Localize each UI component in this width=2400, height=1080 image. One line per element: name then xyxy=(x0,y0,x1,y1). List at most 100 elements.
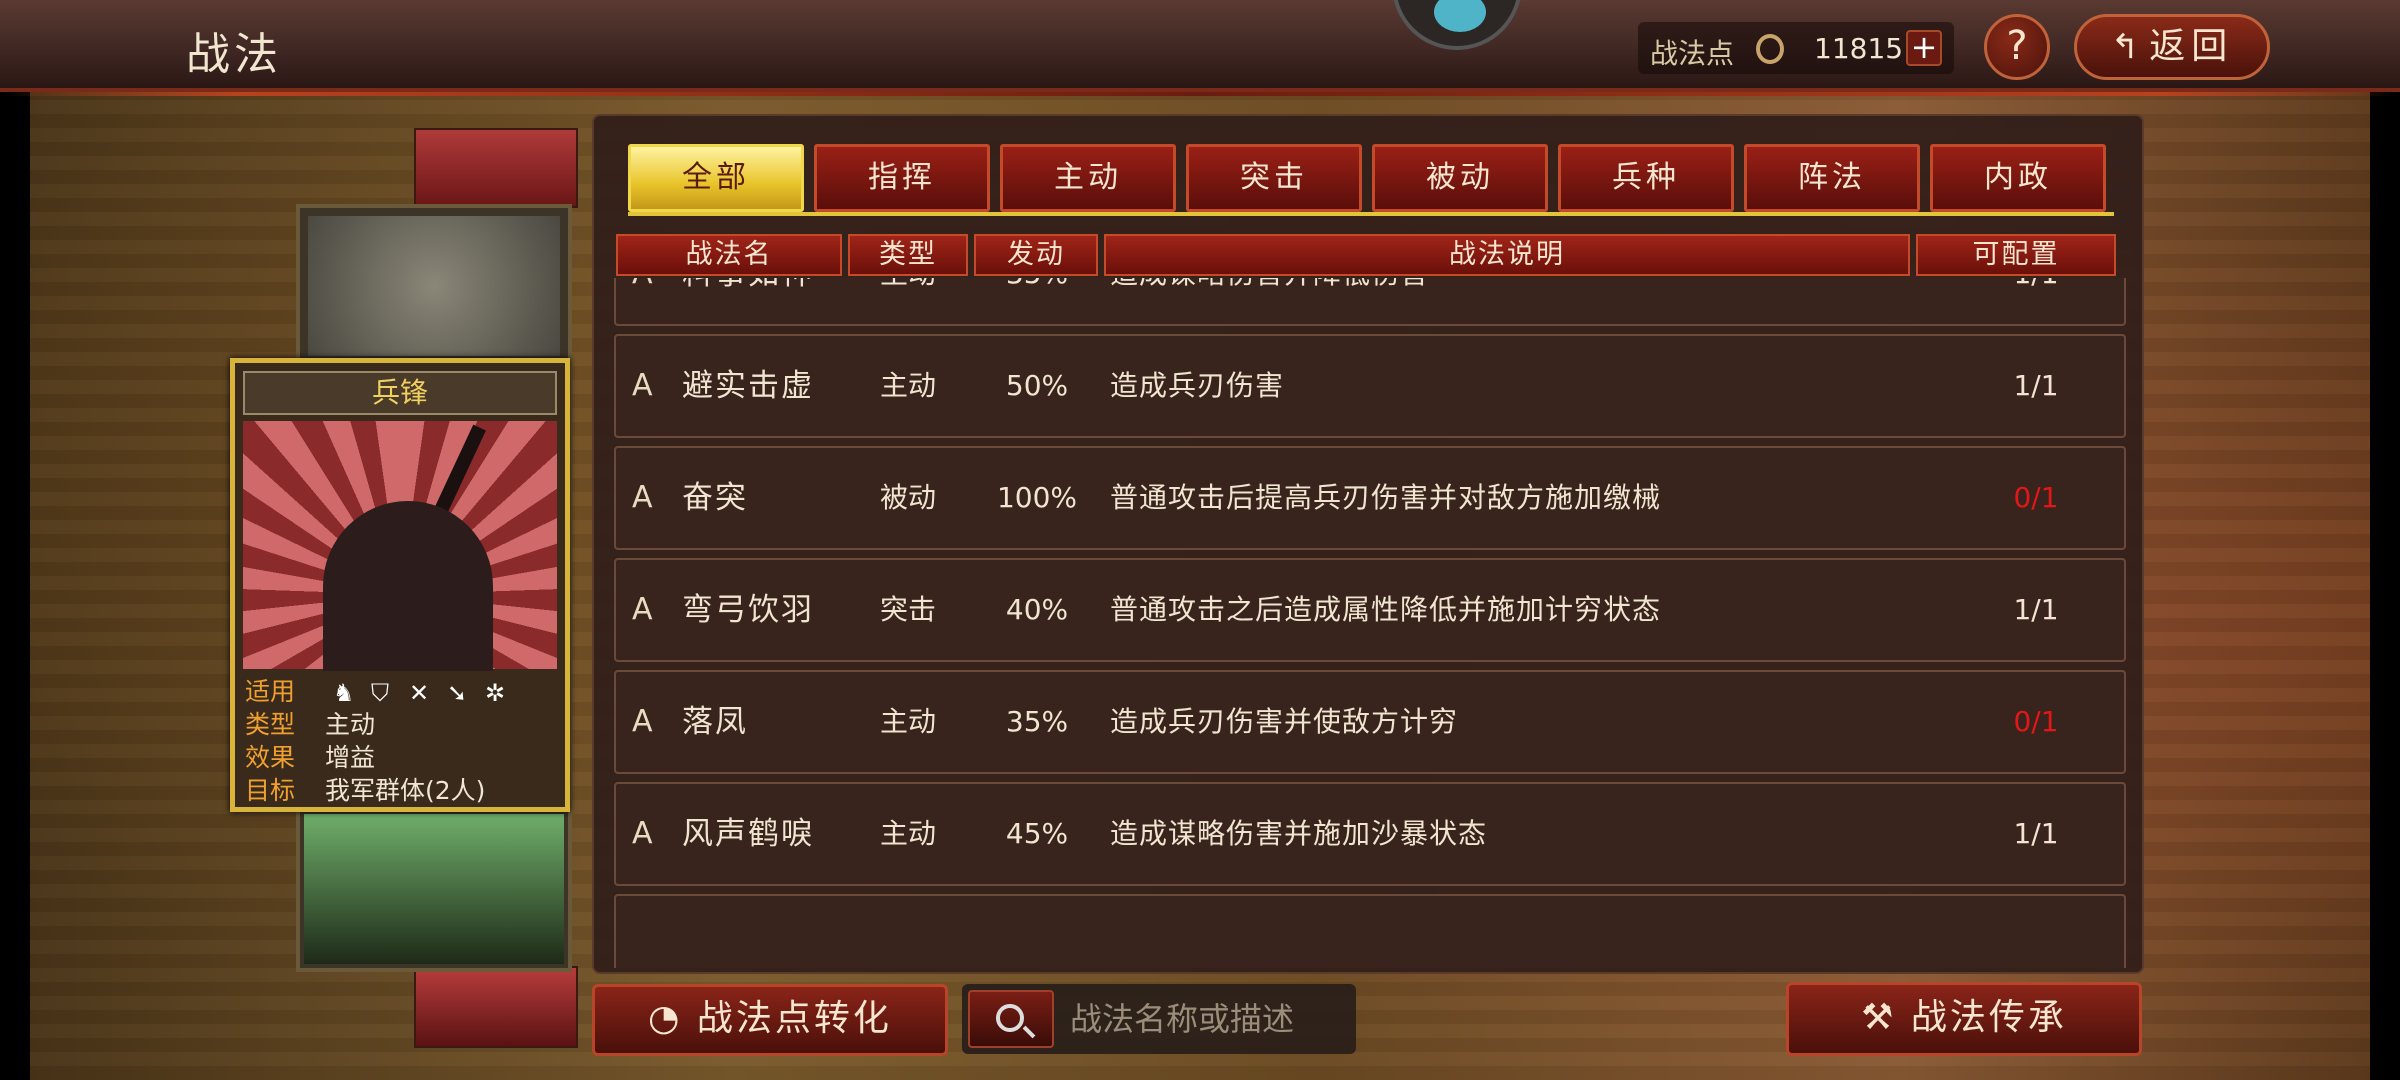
list-item[interactable]: A 落凤 主动 35% 造成兵刃伤害并使敌方计穷 0/1 xyxy=(614,670,2126,774)
tactic-config: 1/1 xyxy=(2013,369,2059,402)
list-item[interactable]: A 料事如神 主动 35% 造成谋略伤害并降低伤害 1/1 xyxy=(614,278,2126,326)
apply-label: 适用 xyxy=(245,677,296,706)
tactic-desc: 造成兵刃伤害并使敌方计穷 xyxy=(1110,705,1459,738)
target-row: 目标 我军群体(2人) xyxy=(245,774,565,807)
grade: A xyxy=(632,592,653,627)
tactic-type: 主动 xyxy=(879,369,936,402)
tactic-config: 0/1 xyxy=(2013,705,2059,738)
col-type[interactable]: 类型 xyxy=(848,234,968,276)
table-header: 战法名 类型 发动 战法说明 可配置 xyxy=(616,234,2124,276)
convert-points-button[interactable]: ◔ 战法点转化 xyxy=(592,984,948,1056)
selected-tactic-card[interactable]: 兵锋 适用 ♞ ⛉ ✕ ➘ ✲ 类型 主动 效果 增益 目标 我军群体(2人) xyxy=(230,358,570,812)
type-label: 类型 xyxy=(245,710,296,739)
help-button[interactable]: ? xyxy=(1984,14,2050,80)
tactic-name: 弯弓饮羽 xyxy=(682,592,814,628)
search-button[interactable] xyxy=(968,990,1054,1048)
spear-icon: ➘ xyxy=(446,679,468,707)
chariot-icon: ✲ xyxy=(484,679,506,707)
tab-command[interactable]: 指挥 xyxy=(814,144,990,212)
search-icon-handle xyxy=(1022,1025,1036,1039)
tab-passive[interactable]: 被动 xyxy=(1372,144,1548,212)
list-item[interactable] xyxy=(614,894,2126,968)
tactic-rate: 35% xyxy=(992,278,1082,324)
tactic-rate: 50% xyxy=(1005,369,1069,402)
tactic-desc: 造成兵刃伤害 xyxy=(1110,369,1285,402)
convert-label: 战法点转化 xyxy=(696,998,892,1039)
card-art xyxy=(243,421,557,671)
grade: A xyxy=(632,704,653,739)
effect-value: 增益 xyxy=(325,743,376,772)
back-label: 返回 xyxy=(2149,26,2234,67)
search-input[interactable] xyxy=(1070,994,1346,1044)
warrior-silhouette xyxy=(323,501,493,671)
mascot-avatar[interactable] xyxy=(1392,0,1522,50)
tactic-points-box: 战法点 11815 + xyxy=(1638,22,1954,74)
tab-troop[interactable]: 兵种 xyxy=(1558,144,1734,212)
tactic-config: 0/1 xyxy=(2013,481,2059,514)
card-art-green xyxy=(304,814,564,964)
tactic-points-value: 11815 xyxy=(1814,32,1904,65)
tactic-desc: 普通攻击后提高兵刃伤害并对敌方施加缴械 xyxy=(1110,481,1662,514)
tactic-type: 被动 xyxy=(879,481,936,514)
tab-assault[interactable]: 突击 xyxy=(1186,144,1362,212)
tab-active[interactable]: 主动 xyxy=(1000,144,1176,212)
category-tabs: 全部 指挥 主动 突击 被动 兵种 阵法 内政 xyxy=(628,144,2114,216)
tactic-name: 料事如神 xyxy=(682,278,814,324)
type-row: 类型 主动 xyxy=(245,708,565,741)
col-desc: 战法说明 xyxy=(1104,234,1910,276)
target-value: 我军群体(2人) xyxy=(325,776,486,805)
card-thumb-bottom[interactable] xyxy=(414,966,578,1048)
apply-row: 适用 ♞ ⛉ ✕ ➘ ✲ xyxy=(245,675,565,708)
add-points-button[interactable]: + xyxy=(1906,30,1942,66)
back-arrow-icon: ↰ xyxy=(2110,27,2146,67)
list-item[interactable]: A 风声鹤唳 主动 45% 造成谋略伤害并施加沙暴状态 1/1 xyxy=(614,782,2126,886)
tactic-type: 突击 xyxy=(879,593,936,626)
type-value: 主动 xyxy=(325,710,376,739)
tactic-desc: 造成谋略伤害并降低伤害 xyxy=(1110,278,1429,324)
tactic-points-label: 战法点 xyxy=(1650,37,1735,70)
list-item[interactable]: A 弯弓饮羽 突击 40% 普通攻击之后造成属性降低并施加计穷状态 1/1 xyxy=(614,558,2126,662)
grade: A xyxy=(632,816,653,851)
tab-internal[interactable]: 内政 xyxy=(1930,144,2106,212)
tactic-config: 1/1 xyxy=(2013,593,2059,626)
bow-icon: ✕ xyxy=(408,679,430,707)
card-info: 适用 ♞ ⛉ ✕ ➘ ✲ 类型 主动 效果 增益 目标 我军群体(2人) xyxy=(245,675,565,807)
grade: A xyxy=(632,368,653,403)
grade: A xyxy=(632,278,662,324)
flame-drop-icon xyxy=(1756,34,1784,64)
list-item[interactable]: A 避实击虚 主动 50% 造成兵刃伤害 1/1 xyxy=(614,334,2126,438)
effect-label: 效果 xyxy=(245,743,296,772)
tactic-name: 落凤 xyxy=(682,704,748,740)
tactic-rate: 40% xyxy=(1005,593,1069,626)
tactics-list[interactable]: A 料事如神 主动 35% 造成谋略伤害并降低伤害 1/1 A 避实击虚 主动 … xyxy=(614,278,2126,968)
tactic-desc: 造成谋略伤害并施加沙暴状态 xyxy=(1110,817,1488,850)
col-rate[interactable]: 发动 xyxy=(974,234,1098,276)
back-button[interactable]: ↰ 返回 xyxy=(2074,14,2270,80)
tactic-type: 主动 xyxy=(879,817,936,850)
tactic-type: 主动 xyxy=(879,705,936,738)
tactic-desc: 普通攻击之后造成属性降低并施加计穷状态 xyxy=(1110,593,1662,626)
hammer-icon: ⚒ xyxy=(1861,997,1897,1038)
inherit-label: 战法传承 xyxy=(1910,997,2067,1038)
col-name[interactable]: 战法名 xyxy=(616,234,842,276)
tactic-rate: 100% xyxy=(996,481,1078,514)
cavalry-icon: ♞ xyxy=(332,679,355,707)
target-label: 目标 xyxy=(245,776,296,805)
tactic-name: 奋突 xyxy=(682,480,748,516)
search-icon xyxy=(996,1004,1024,1032)
tab-all[interactable]: 全部 xyxy=(628,144,804,212)
grade: A xyxy=(632,480,653,515)
mascot-icon xyxy=(1434,0,1486,32)
search-box xyxy=(962,984,1356,1054)
tactic-rate: 45% xyxy=(1005,817,1069,850)
card-title: 兵锋 xyxy=(243,371,557,415)
shield-icon: ⛉ xyxy=(370,679,389,707)
list-item[interactable]: A 奋突 被动 100% 普通攻击后提高兵刃伤害并对敌方施加缴械 0/1 xyxy=(614,446,2126,550)
tactic-name: 避实击虚 xyxy=(682,368,814,404)
tactic-rate: 35% xyxy=(1005,705,1069,738)
card-thumb-top[interactable] xyxy=(414,128,578,208)
col-config[interactable]: 可配置 xyxy=(1916,234,2116,276)
tab-formation[interactable]: 阵法 xyxy=(1744,144,1920,212)
card-art-gray xyxy=(308,216,560,356)
inherit-tactic-button[interactable]: ⚒ 战法传承 xyxy=(1786,982,2142,1056)
